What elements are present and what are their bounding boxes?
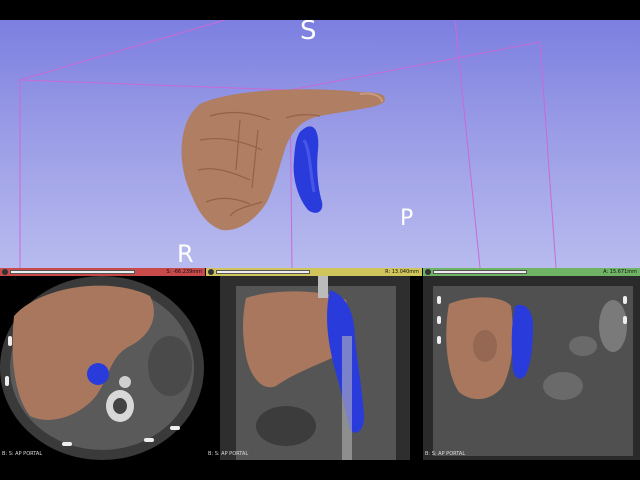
- coronal-ct-image: [423, 276, 640, 460]
- top-black-bar: [0, 0, 640, 20]
- yellow-slice-volume-label: B: S: AP PORTAL: [208, 451, 249, 457]
- orientation-superior-label: S: [300, 20, 317, 46]
- red-slice-volume-label: B: S: AP PORTAL: [2, 451, 43, 457]
- 3d-view[interactable]: S P R: [0, 20, 640, 268]
- yellow-slice-view[interactable]: R: 13.040mm B: S: AP PORTAL: [206, 268, 422, 460]
- red-slice-view[interactable]: S: -66.239mm B: S: AP PORTAL: [0, 268, 205, 460]
- yellow-slice-offset-slider[interactable]: [216, 270, 310, 274]
- orientation-posterior-label: P: [400, 206, 414, 231]
- bottom-black-bar: [0, 460, 640, 480]
- green-slice-offset-value: A: 15.671mm: [603, 269, 637, 275]
- liver-segmentation: [181, 89, 385, 231]
- sagittal-ct-image: [220, 276, 410, 460]
- bounding-box: [19, 20, 557, 268]
- red-slice-controller[interactable]: S: -66.239mm: [0, 268, 205, 276]
- vessel-segmentation: [293, 126, 323, 213]
- red-slice-offset-value: S: -66.239mm: [166, 269, 203, 275]
- green-slice-view[interactable]: A: 15.671mm B: S: AP PORTAL: [423, 268, 640, 460]
- green-slice-offset-slider[interactable]: [433, 270, 527, 274]
- pin-icon[interactable]: [425, 269, 431, 275]
- pin-icon[interactable]: [2, 269, 8, 275]
- yellow-slice-offset-value: R: 13.040mm: [385, 269, 419, 275]
- 3d-scene: [19, 20, 557, 268]
- yellow-slice-controller[interactable]: R: 13.040mm: [206, 268, 422, 276]
- pin-icon[interactable]: [208, 269, 214, 275]
- axial-ct-image: [0, 276, 204, 460]
- orientation-right-label: R: [177, 240, 194, 268]
- green-slice-controller[interactable]: A: 15.671mm: [423, 268, 640, 276]
- green-slice-volume-label: B: S: AP PORTAL: [425, 451, 466, 457]
- red-slice-offset-slider[interactable]: [10, 270, 135, 274]
